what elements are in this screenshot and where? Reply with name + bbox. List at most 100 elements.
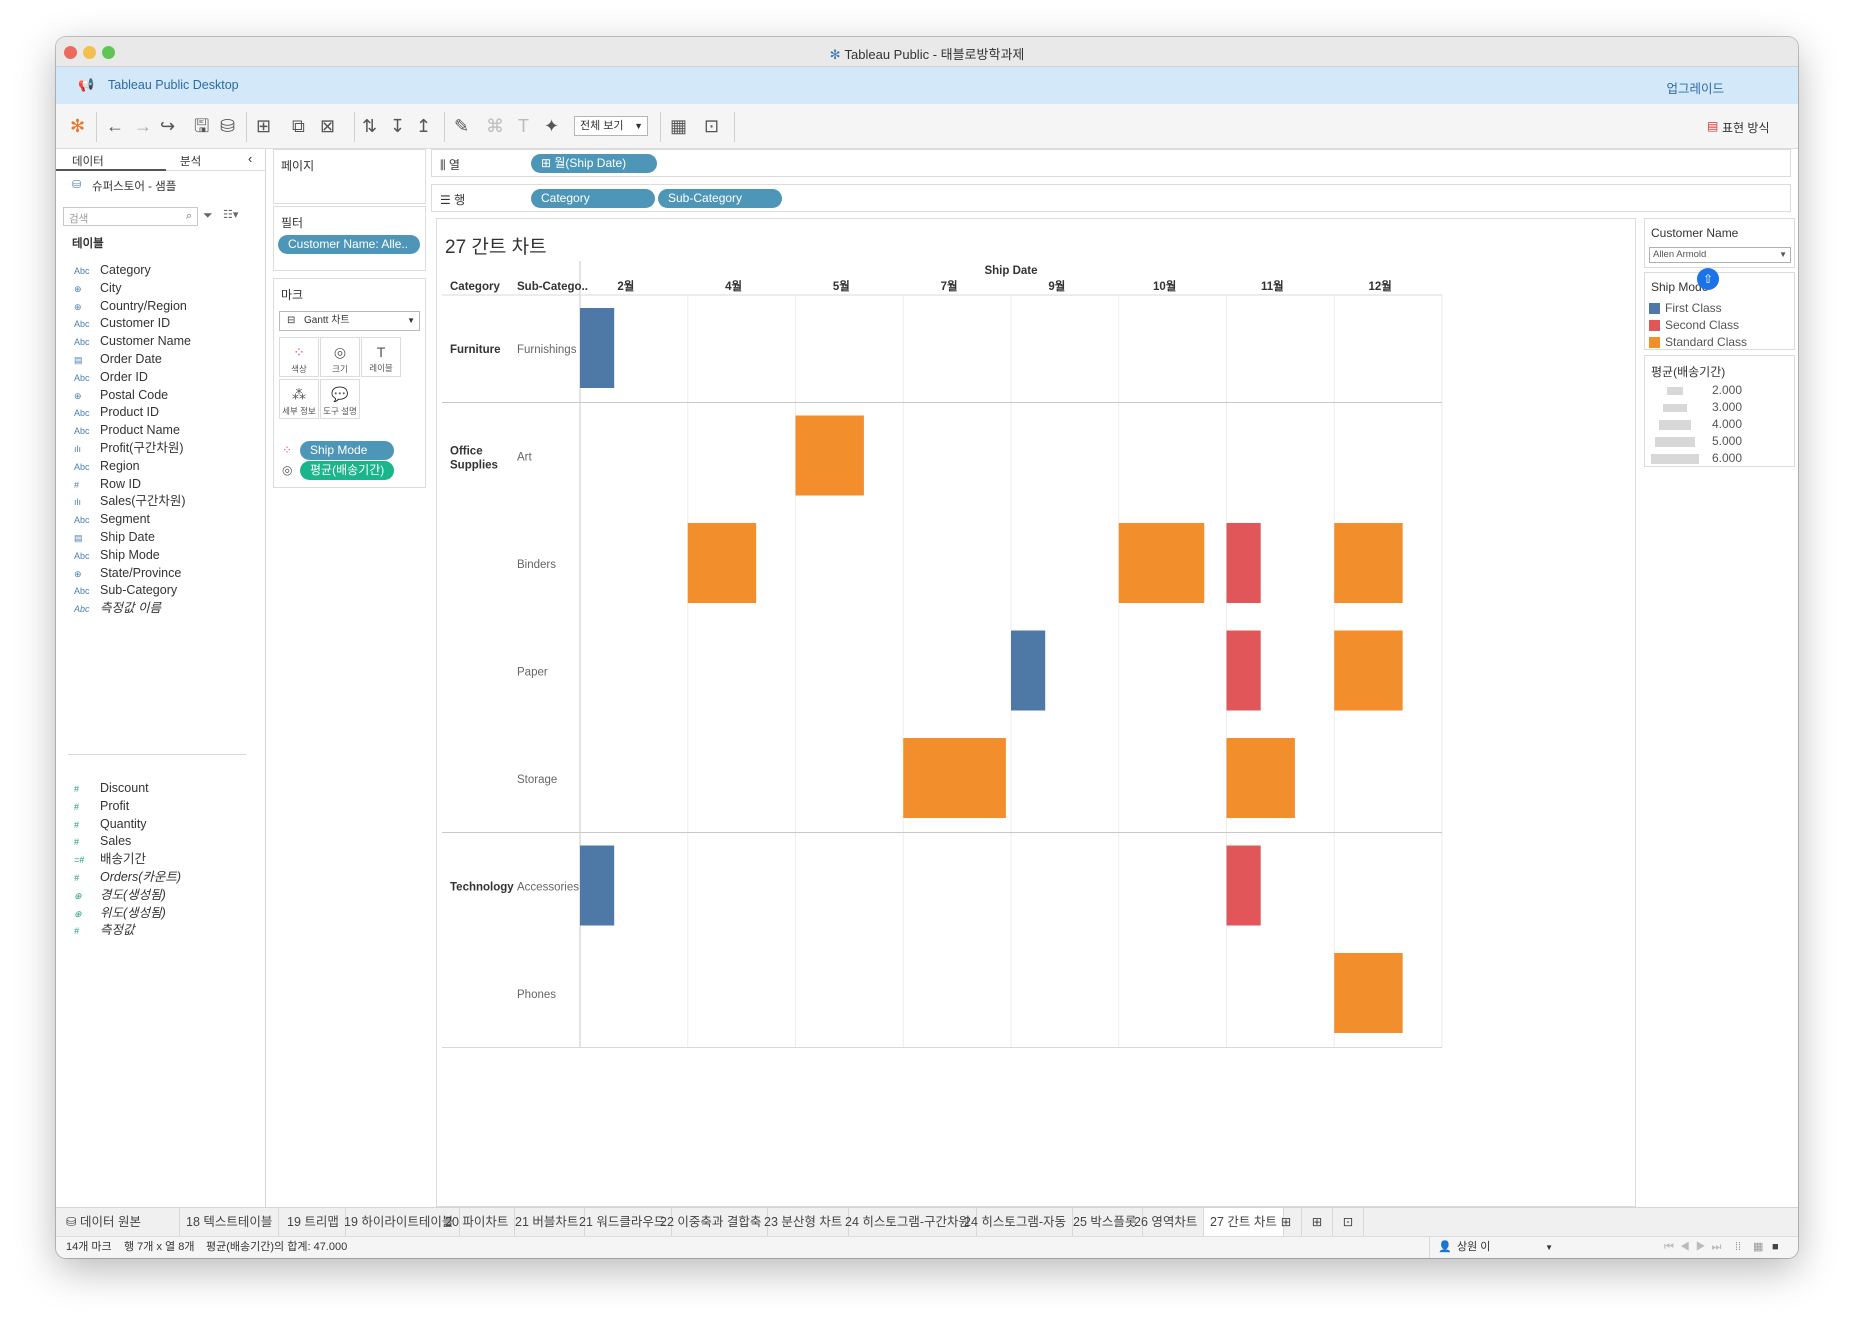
show-me-icon: ▤ bbox=[1707, 119, 1719, 133]
new-datasource-icon[interactable]: ⛁ bbox=[220, 116, 235, 136]
column-label: 4월 bbox=[725, 279, 742, 293]
tab-data[interactable]: 데이터 bbox=[72, 153, 104, 169]
field-측정값[interactable]: # 측정값 bbox=[74, 920, 135, 940]
size-legend-item[interactable]: 2.000 bbox=[1649, 383, 1789, 399]
new-dashboard-tab-icon[interactable]: ⊞ bbox=[1302, 1208, 1333, 1237]
avg-shipping-pill[interactable]: 평균(배송기간) bbox=[300, 461, 394, 480]
color-button[interactable]: ⁘ 색상 bbox=[279, 337, 319, 377]
gantt-icon: ⊟ bbox=[287, 315, 296, 326]
size-legend-item[interactable]: 5.000 bbox=[1649, 434, 1789, 450]
megaphone-icon: 📢 bbox=[78, 77, 95, 92]
size-legend-item[interactable]: 6.000 bbox=[1649, 451, 1789, 467]
pane-tabs: 데이터 분석 ‹ bbox=[56, 149, 266, 171]
status-sum: 평균(배송기간)의 합계: 47.000 bbox=[206, 1241, 348, 1253]
collapse-icon[interactable]: ‹ bbox=[248, 151, 252, 166]
pin-icon[interactable]: ✦ bbox=[544, 116, 559, 136]
columns-pill-ship-date[interactable]: ⊞ 월(Ship Date) bbox=[531, 154, 657, 173]
rows-shelf[interactable]: ☰ 행 Category Sub-Category bbox=[431, 184, 1791, 212]
swap-axes-icon[interactable]: ⇅ bbox=[362, 116, 377, 136]
datasource-name[interactable]: 슈퍼스토어 - 샘플 bbox=[92, 178, 176, 194]
viz-area: 27 간트 차트 Ship Date Category Sub-Catego.. 2월… bbox=[436, 218, 1636, 1207]
presentation-mode-icon[interactable]: ⊡ bbox=[704, 116, 719, 136]
undo-icon[interactable]: ← bbox=[106, 116, 124, 136]
tab-sheet[interactable]: 18 텍스트테이블 bbox=[180, 1208, 280, 1237]
upgrade-link[interactable]: 업그레이드 bbox=[1666, 78, 1724, 97]
field-type-icon: Abc bbox=[74, 604, 90, 615]
size-button[interactable]: ◎ 크기 bbox=[320, 337, 360, 377]
tab-analysis[interactable]: 분석 bbox=[180, 153, 201, 169]
divider bbox=[68, 754, 246, 755]
tab-sheet[interactable]: 22 이중축과 결합축 bbox=[654, 1208, 769, 1237]
size-legend-item[interactable]: 4.000 bbox=[1649, 417, 1789, 433]
sort-descending-icon[interactable]: ↥ bbox=[416, 116, 431, 136]
new-worksheet-icon[interactable]: ⊞ bbox=[256, 116, 271, 136]
mark-type-select[interactable]: ⊟ Gantt 차트 ▼ bbox=[279, 311, 420, 331]
save-icon[interactable]: 🖫 bbox=[194, 116, 209, 136]
highlight-icon[interactable]: ✎ bbox=[454, 116, 469, 136]
rows-pill-category[interactable]: Category bbox=[531, 189, 655, 208]
tab-sheet[interactable]: 24 히스토그램-자동 bbox=[958, 1208, 1074, 1237]
size-swatch bbox=[1663, 403, 1687, 413]
gantt-bar bbox=[1334, 523, 1403, 603]
show-labels-icon[interactable]: T bbox=[518, 116, 529, 136]
tab-datasource[interactable]: ⛁ 데이터 원본 bbox=[56, 1208, 180, 1237]
highlight-toggle-icon[interactable]: ⇧ bbox=[1697, 268, 1719, 290]
sort-ascending-icon[interactable]: ↧ bbox=[390, 116, 405, 136]
ship-mode-pill[interactable]: Ship Mode bbox=[300, 441, 394, 460]
new-worksheet-tab-icon[interactable]: ⊞ bbox=[1271, 1208, 1302, 1237]
column-label: 2월 bbox=[617, 279, 634, 293]
size-swatch bbox=[1659, 420, 1691, 430]
gantt-bar bbox=[1226, 523, 1261, 603]
redo-icon[interactable]: → bbox=[134, 116, 152, 136]
columns-shelf[interactable]: ⫼ 열 ⊞ 월(Ship Date) bbox=[431, 149, 1791, 177]
filter-icon[interactable]: ⏷ bbox=[203, 208, 213, 223]
duplicate-sheet-icon[interactable]: ⧉ bbox=[292, 116, 305, 136]
sheet-nav-icons[interactable]: ⏮◀▶⏭ bbox=[1664, 1237, 1727, 1258]
sheet-tab-bar: ⛁ 데이터 원본 18 텍스트테이블 19 트리맵 19 하이라이트테이블 20 파이… bbox=[56, 1207, 1798, 1237]
customer-filter-select[interactable]: Allen Armold ▼ bbox=[1649, 247, 1791, 263]
tableau-home-icon[interactable]: ✻ bbox=[70, 116, 85, 136]
view-options-icon[interactable]: ☷▾ bbox=[223, 208, 238, 221]
gantt-bar bbox=[1226, 738, 1295, 818]
show-sorter-icon[interactable]: ▦ bbox=[1753, 1237, 1763, 1258]
app-window: ✻ Tableau Public - 태블로방학과제 📢 Tableau Publ… bbox=[56, 37, 1798, 1258]
column-label: 11월 bbox=[1261, 279, 1284, 293]
tab-sheet[interactable]: 24 히스토그램-구간차원 bbox=[839, 1208, 978, 1237]
user-menu[interactable]: 👤 상원 이 ▼ bbox=[1429, 1237, 1559, 1258]
field-측정값-이름[interactable]: Abc 측정값 이름 bbox=[74, 598, 161, 618]
tab-sheet[interactable]: 20 파이차트 bbox=[439, 1208, 516, 1237]
size-swatch bbox=[1655, 437, 1695, 447]
tooltip-button[interactable]: 💬 도구 설명 bbox=[320, 379, 360, 419]
search-input[interactable]: 검색 ⌕ bbox=[63, 207, 198, 226]
show-me-button[interactable]: 표현 방식 bbox=[1722, 119, 1770, 136]
pages-card[interactable]: 페이지 bbox=[273, 149, 426, 204]
redo-all-icon[interactable]: ↪ bbox=[160, 116, 175, 136]
category-label: Supplies bbox=[450, 459, 498, 471]
size-legend-item[interactable]: 3.000 bbox=[1649, 400, 1789, 416]
chevron-down-icon: ▼ bbox=[407, 316, 415, 325]
tab-sheet[interactable]: 19 트리맵 bbox=[281, 1208, 346, 1237]
view-size-select[interactable]: 전체 보기 ▼ bbox=[574, 116, 648, 136]
new-story-tab-icon[interactable]: ⊡ bbox=[1333, 1208, 1364, 1237]
customer-filter-card: Customer Name Allen Armold ▼ bbox=[1644, 218, 1795, 268]
show-tabs-icon[interactable]: ■ bbox=[1772, 1237, 1779, 1258]
detail-button[interactable]: ⁂ 세부 정보 bbox=[279, 379, 319, 419]
datasource-icon: ⛁ bbox=[72, 179, 82, 191]
rows-pill-subcategory[interactable]: Sub-Category bbox=[658, 189, 782, 208]
clear-sheet-icon[interactable]: ⊠ bbox=[320, 116, 335, 136]
show-filmstrip-icon[interactable]: ⁞⁞ bbox=[1735, 1237, 1741, 1258]
group-icon[interactable]: ⌘ bbox=[486, 116, 504, 136]
tab-sheet[interactable]: 26 영역차트 bbox=[1128, 1208, 1205, 1237]
tab-sheet[interactable]: 23 분산형 차트 bbox=[758, 1208, 850, 1237]
show-cards-icon[interactable]: ▦ bbox=[670, 116, 687, 136]
label-button[interactable]: T 레이블 bbox=[361, 337, 401, 377]
field-type-icon: # bbox=[74, 926, 80, 937]
subcategory-label: Art bbox=[517, 451, 533, 463]
rows-icon: ☰ bbox=[440, 193, 451, 207]
subcategory-label: Accessories bbox=[517, 881, 579, 893]
gantt-bar bbox=[687, 523, 757, 603]
color-encoding-icon: ⁘ bbox=[282, 443, 293, 457]
filter-pill[interactable]: Customer Name: Alle.. bbox=[278, 235, 420, 254]
subcategory-label: Storage bbox=[517, 774, 557, 786]
chevron-down-icon: ▼ bbox=[1779, 250, 1787, 259]
